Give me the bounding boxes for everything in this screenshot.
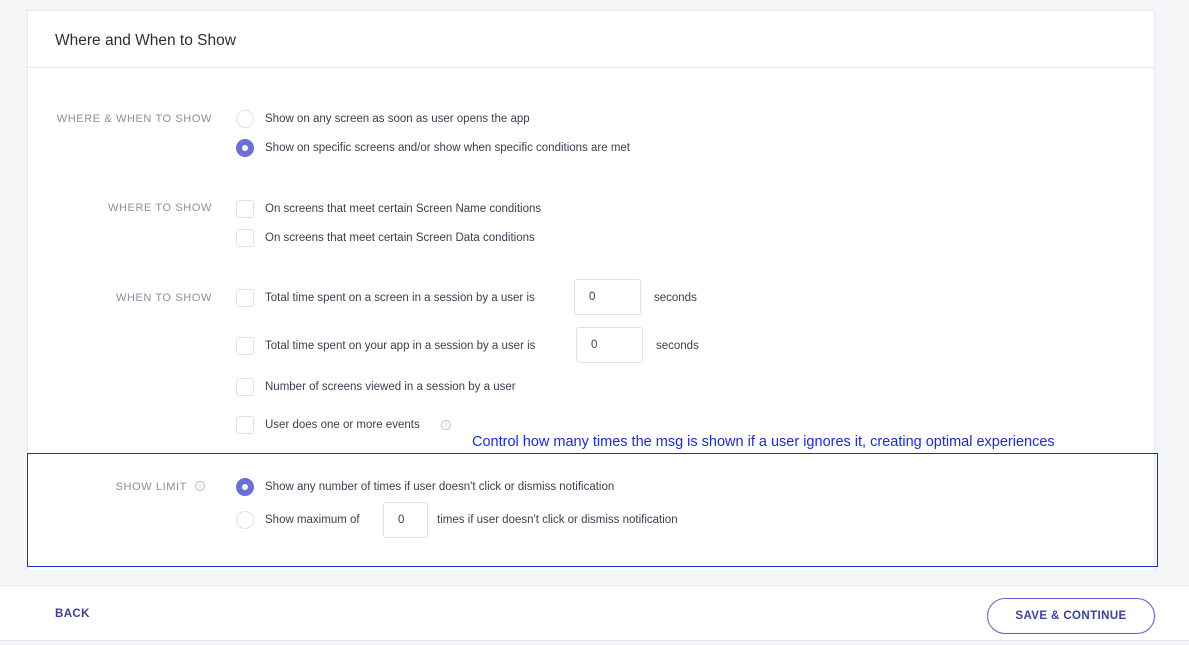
radio-specific-screens[interactable] <box>236 139 254 157</box>
app-time-input[interactable] <box>576 327 643 363</box>
where-when-label: WHERE & WHEN TO SHOW <box>56 113 212 125</box>
screen-time-input[interactable] <box>574 279 641 315</box>
app-time-unit: seconds <box>656 340 699 352</box>
annotation-box <box>27 453 1158 567</box>
where-to-show-label: WHERE TO SHOW <box>108 202 212 214</box>
radio-any-screen-label: Show on any screen as soon as user opens… <box>265 113 530 125</box>
checkbox-user-events[interactable] <box>236 416 254 434</box>
checkbox-screens-viewed[interactable] <box>236 378 254 396</box>
save-continue-button[interactable]: SAVE & CONTINUE <box>987 598 1155 634</box>
checkbox-screen-name-label: On screens that meet certain Screen Name… <box>265 203 542 215</box>
info-icon[interactable]: i <box>441 420 451 430</box>
radio-specific-screens-label: Show on specific screens and/or show whe… <box>265 142 630 154</box>
footer-bar: BACK SAVE & CONTINUE <box>0 585 1189 641</box>
back-button[interactable]: BACK <box>55 608 90 620</box>
screens-viewed-label: Number of screens viewed in a session by… <box>265 381 516 393</box>
checkbox-screen-time[interactable] <box>236 289 254 307</box>
card-title: Where and When to Show <box>55 32 236 49</box>
when-to-show-label: WHEN TO SHOW <box>115 292 212 304</box>
checkbox-screen-data[interactable] <box>236 229 254 247</box>
screen-time-unit: seconds <box>654 292 697 304</box>
annotation-text: Control how many times the msg is shown … <box>472 434 1055 450</box>
checkbox-app-time[interactable] <box>236 337 254 355</box>
app-time-label: Total time spent on your app in a sessio… <box>265 340 536 352</box>
user-events-label: User does one or more events <box>265 419 420 431</box>
radio-any-screen[interactable] <box>236 110 254 128</box>
checkbox-screen-name[interactable] <box>236 200 254 218</box>
screen-time-label: Total time spent on a screen in a sessio… <box>265 292 535 304</box>
checkbox-screen-data-label: On screens that meet certain Screen Data… <box>265 232 535 244</box>
card-header: Where and When to Show <box>28 11 1154 68</box>
